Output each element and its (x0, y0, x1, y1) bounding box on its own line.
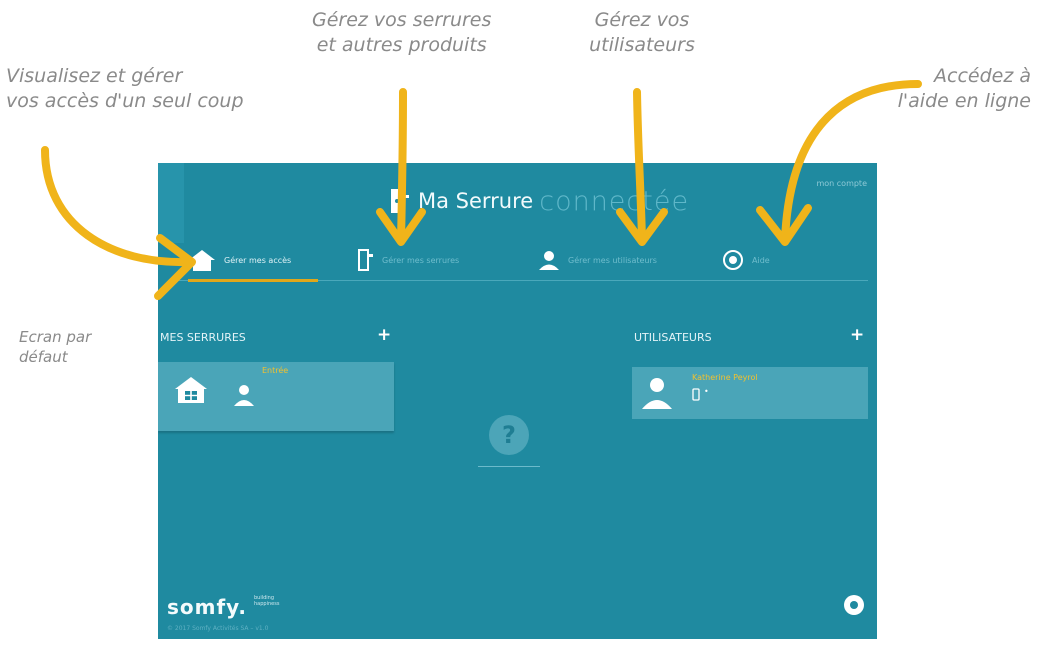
arrow-users (633, 88, 646, 244)
annotation-arrows (41, 80, 922, 300)
arrow-locks (397, 88, 407, 244)
arrow-access-head (154, 234, 196, 300)
